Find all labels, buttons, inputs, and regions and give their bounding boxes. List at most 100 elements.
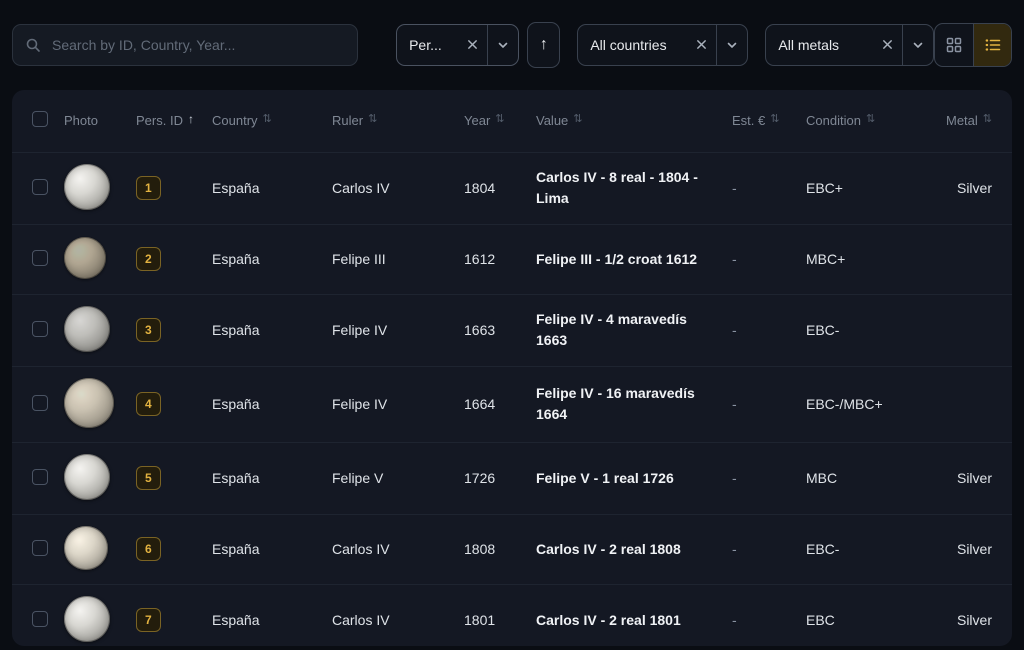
sort-icon[interactable]: ⇅: [866, 112, 875, 127]
cell-est: -: [732, 366, 806, 442]
search-input[interactable]: [50, 36, 345, 54]
column-header-ruler[interactable]: Ruler: [332, 112, 363, 130]
sort-direction-button[interactable]: ↑: [527, 22, 560, 68]
id-badge: 1: [136, 176, 161, 200]
column-header-condition[interactable]: Condition: [806, 112, 861, 130]
cell-condition: MBC+: [806, 224, 946, 294]
chevron-down-icon: [726, 39, 738, 51]
cell-year: 1663: [464, 294, 536, 366]
list-view-button[interactable]: [973, 24, 1011, 66]
column-header-year[interactable]: Year: [464, 112, 490, 130]
column-header-value[interactable]: Value: [536, 112, 568, 130]
id-badge: 5: [136, 466, 161, 490]
country-filter-select[interactable]: All countries: [577, 24, 748, 66]
cell-value: Carlos IV - 8 real - 1804 - Lima: [536, 152, 732, 224]
cell-value: Felipe III - 1/2 croat 1612: [536, 224, 732, 294]
sort-icon[interactable]: ⇅: [368, 112, 377, 127]
coins-table: Photo Pers. ID ↑ Country ⇅ Ruler ⇅ Year ⇅ Va…: [12, 90, 1012, 646]
chevron-down-icon: [497, 39, 509, 51]
cell-ruler: Felipe IV: [332, 366, 464, 442]
cell-ruler: Carlos IV: [332, 514, 464, 584]
coin-photo[interactable]: [64, 237, 106, 279]
column-header-id[interactable]: Pers. ID: [136, 112, 183, 130]
cell-est: -: [732, 514, 806, 584]
id-badge: 2: [136, 247, 161, 271]
cell-country: España: [212, 224, 332, 294]
cell-year: 1726: [464, 442, 536, 514]
cell-year: 1804: [464, 152, 536, 224]
cell-country: España: [212, 584, 332, 646]
coin-photo[interactable]: [64, 306, 110, 352]
table-row[interactable]: 2 España Felipe III 1612 Felipe III - 1/…: [12, 224, 1012, 294]
open-country-dropdown-button[interactable]: [717, 25, 747, 65]
clear-sort-button[interactable]: [458, 25, 487, 65]
coin-collection-app: Per... ↑ All countries All metals: [0, 0, 1024, 650]
grid-view-button[interactable]: [935, 24, 973, 66]
row-checkbox[interactable]: [32, 469, 48, 485]
cell-year: 1801: [464, 584, 536, 646]
column-header-photo: Photo: [64, 112, 98, 130]
sort-icon[interactable]: ⇅: [573, 112, 582, 127]
search-box[interactable]: [12, 24, 358, 66]
id-badge: 3: [136, 318, 161, 342]
coin-photo[interactable]: [64, 378, 114, 428]
toolbar: Per... ↑ All countries All metals: [0, 0, 1024, 74]
coin-photo[interactable]: [64, 164, 110, 210]
table-row[interactable]: 7 España Carlos IV 1801 Carlos IV - 2 re…: [12, 584, 1012, 646]
list-icon: [985, 37, 1001, 53]
cell-est: -: [732, 152, 806, 224]
sort-ascending-icon[interactable]: ↑: [188, 112, 194, 128]
cell-value: Carlos IV - 2 real 1801: [536, 584, 732, 646]
cell-country: España: [212, 442, 332, 514]
table-row[interactable]: 1 España Carlos IV 1804 Carlos IV - 8 re…: [12, 152, 1012, 224]
table-row[interactable]: 4 España Felipe IV 1664 Felipe IV - 16 m…: [12, 366, 1012, 442]
sort-icon[interactable]: ⇅: [263, 112, 272, 127]
row-checkbox[interactable]: [32, 611, 48, 627]
table-row[interactable]: 5 España Felipe V 1726 Felipe V - 1 real…: [12, 442, 1012, 514]
close-icon: [882, 39, 893, 50]
metal-filter-select[interactable]: All metals: [765, 24, 934, 66]
cell-country: España: [212, 514, 332, 584]
row-checkbox[interactable]: [32, 395, 48, 411]
grid-icon: [946, 37, 962, 53]
cell-year: 1664: [464, 366, 536, 442]
cell-year: 1612: [464, 224, 536, 294]
view-toggle: [934, 23, 1012, 67]
column-header-country[interactable]: Country: [212, 112, 258, 130]
coin-photo[interactable]: [64, 454, 110, 500]
row-checkbox[interactable]: [32, 250, 48, 266]
clear-metal-filter-button[interactable]: [873, 25, 902, 65]
coin-photo[interactable]: [64, 596, 110, 642]
cell-condition: EBC-/MBC+: [806, 366, 946, 442]
cell-est: -: [732, 442, 806, 514]
cell-value: Felipe V - 1 real 1726: [536, 442, 732, 514]
cell-metal: [946, 294, 1012, 366]
metal-filter-value: All metals: [778, 37, 873, 53]
id-badge: 6: [136, 537, 161, 561]
select-all-checkbox[interactable]: [32, 111, 48, 127]
table-header-row: Photo Pers. ID ↑ Country ⇅ Ruler ⇅ Year ⇅ Va…: [12, 90, 1012, 152]
open-metal-dropdown-button[interactable]: [903, 25, 933, 65]
cell-ruler: Carlos IV: [332, 584, 464, 646]
sort-icon[interactable]: ⇅: [983, 112, 992, 127]
sort-field-select[interactable]: Per...: [396, 24, 519, 66]
row-checkbox[interactable]: [32, 321, 48, 337]
close-icon: [467, 39, 478, 50]
column-header-metal[interactable]: Metal: [946, 112, 978, 130]
sort-icon[interactable]: ⇅: [495, 112, 504, 127]
search-icon: [25, 37, 41, 53]
column-header-est[interactable]: Est. €: [732, 112, 765, 130]
row-checkbox[interactable]: [32, 179, 48, 195]
cell-year: 1808: [464, 514, 536, 584]
coin-photo[interactable]: [64, 526, 108, 570]
row-checkbox[interactable]: [32, 540, 48, 556]
open-sort-dropdown-button[interactable]: [488, 25, 518, 65]
cell-est: -: [732, 224, 806, 294]
table-row[interactable]: 3 España Felipe IV 1663 Felipe IV - 4 ma…: [12, 294, 1012, 366]
cell-country: España: [212, 152, 332, 224]
table-row[interactable]: 6 España Carlos IV 1808 Carlos IV - 2 re…: [12, 514, 1012, 584]
sort-field-value: Per...: [409, 37, 458, 53]
cell-condition: EBC-: [806, 294, 946, 366]
sort-icon[interactable]: ⇅: [770, 112, 779, 127]
clear-country-filter-button[interactable]: [687, 25, 716, 65]
